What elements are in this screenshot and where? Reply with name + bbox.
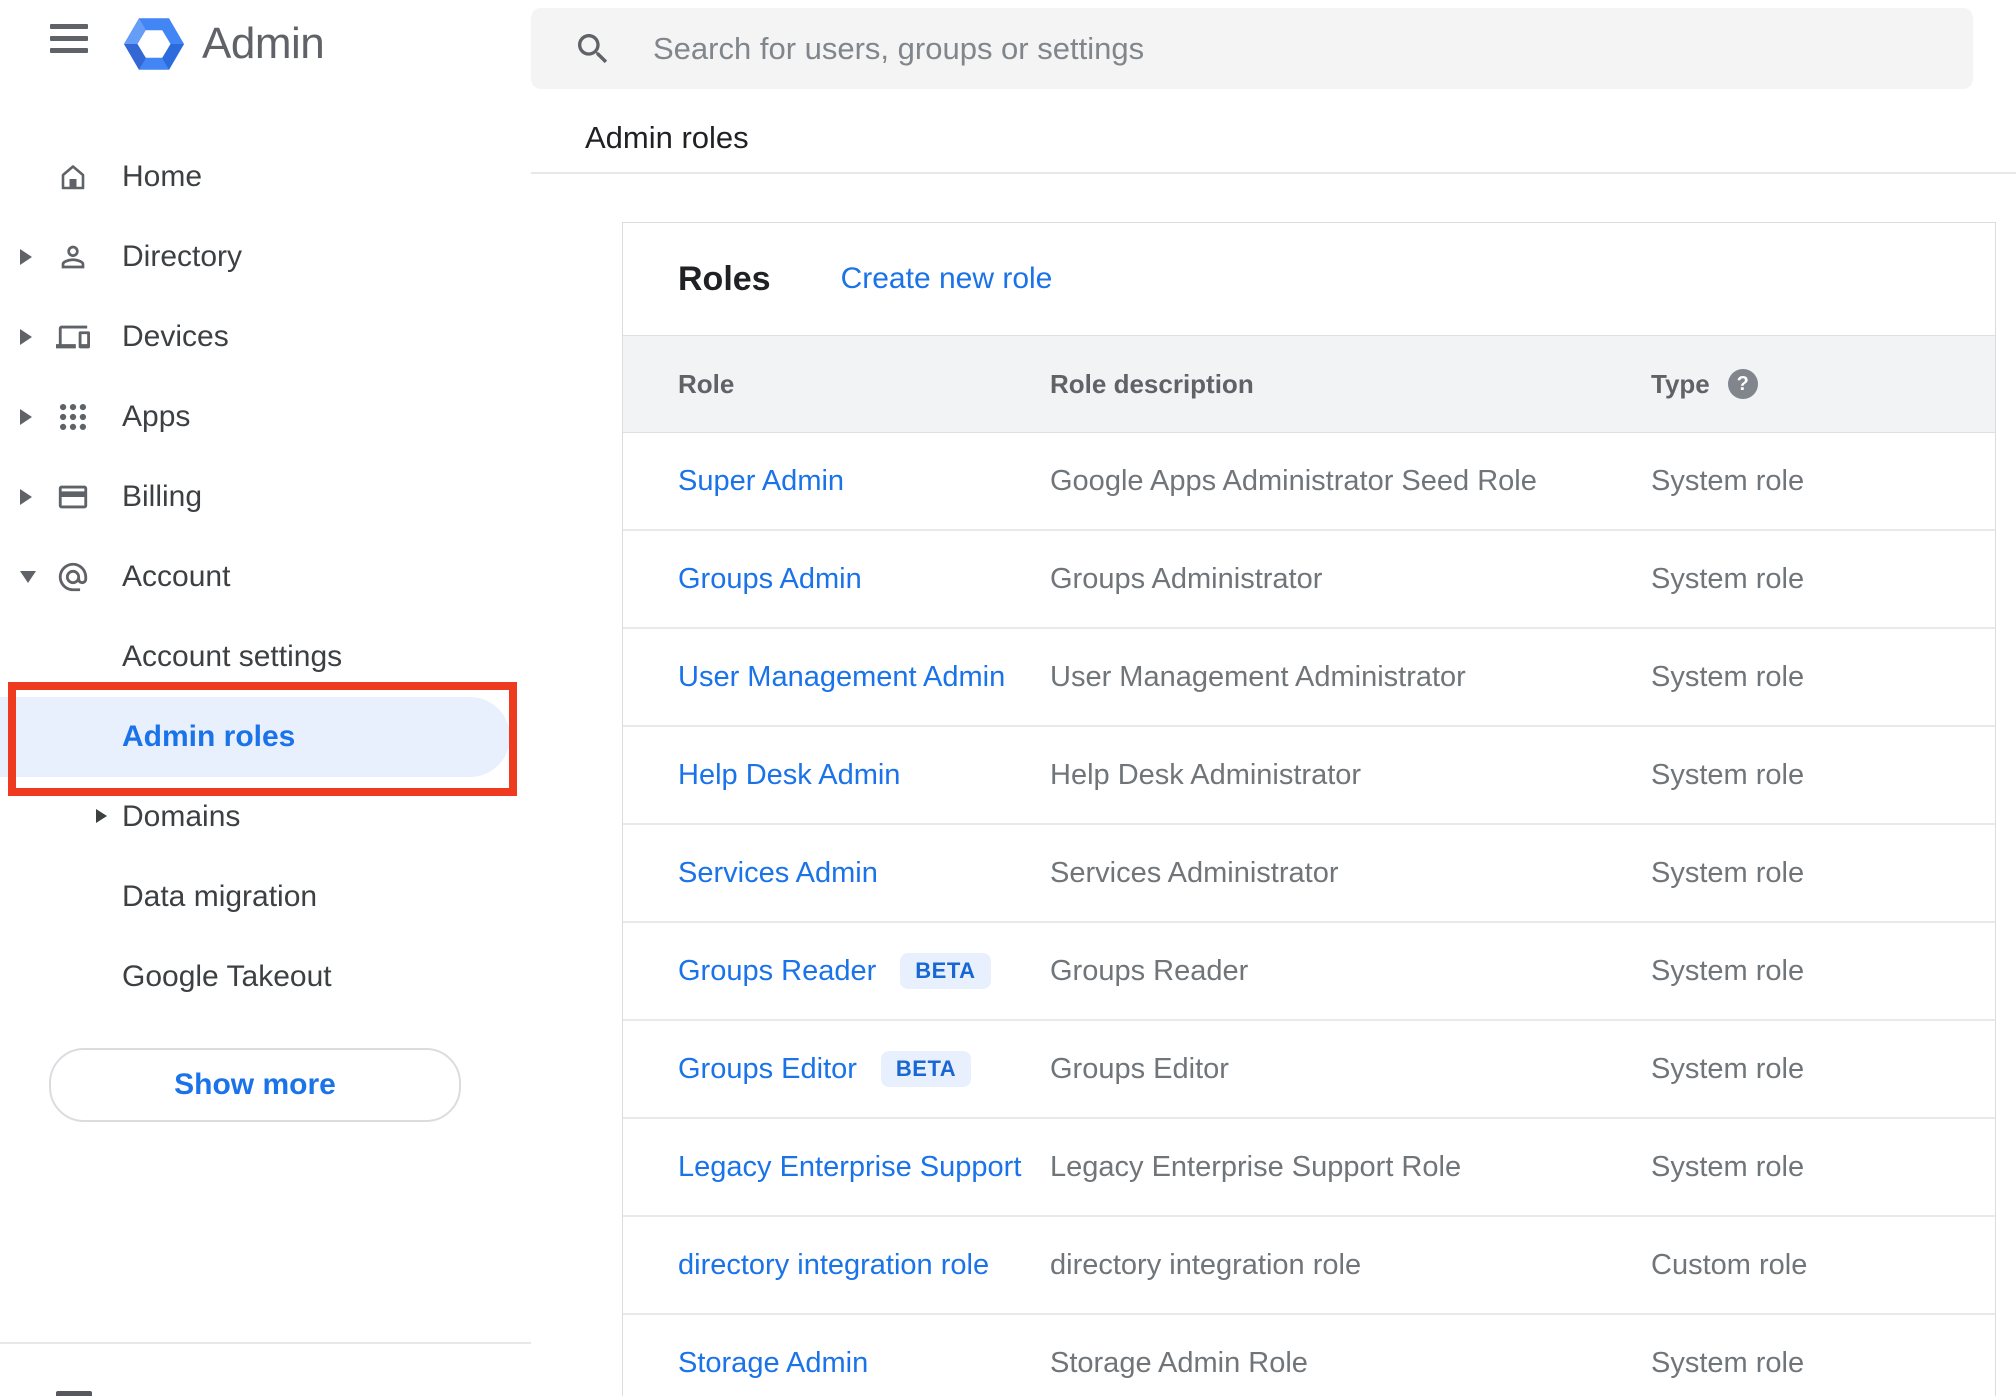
chevron-right-icon: [96, 809, 107, 823]
role-type: System role: [1651, 464, 1805, 497]
admin-hexagon-logo-icon: [124, 18, 184, 70]
role-description: Services Administrator: [1050, 856, 1339, 889]
role-link[interactable]: Storage Admin: [678, 1347, 868, 1380]
table-row: Super Admin Google Apps Administrator Se…: [623, 433, 1995, 531]
role-description: Storage Admin Role: [1050, 1346, 1308, 1379]
sidebar-divider: [0, 1342, 531, 1344]
roles-panel: Roles Create new role Role Role descript…: [622, 222, 1996, 1396]
home-icon: [56, 160, 90, 194]
show-more-button[interactable]: Show more: [49, 1048, 461, 1122]
role-type: System role: [1651, 954, 1805, 987]
chevron-right-icon: [20, 489, 56, 505]
person-icon: [56, 240, 90, 274]
panel-title: Roles: [678, 259, 771, 298]
chevron-right-icon: [20, 249, 56, 265]
billing-icon: [56, 480, 90, 514]
admin-console: Admin Home Directory Devices Apps Billin…: [0, 0, 2016, 1396]
role-type: System role: [1651, 1346, 1805, 1379]
header-divider: [531, 172, 2016, 174]
roles-panel-header: Roles Create new role: [623, 223, 1995, 335]
chevron-right-icon: [20, 329, 56, 345]
admin-logo: Admin: [124, 14, 325, 74]
at-icon: [56, 560, 90, 594]
role-link[interactable]: directory integration role: [678, 1249, 989, 1282]
role-link[interactable]: User Management Admin: [678, 661, 1005, 694]
search-input[interactable]: [651, 29, 1855, 68]
role-description: Help Desk Administrator: [1050, 758, 1362, 791]
sidebar-item-home[interactable]: Home: [0, 137, 531, 217]
sidebar-item-google-takeout[interactable]: Google Takeout: [0, 937, 531, 1017]
show-more-label: Show more: [174, 1068, 336, 1101]
role-type: System role: [1651, 758, 1805, 791]
table-row: Groups Admin Groups Administrator System…: [623, 531, 1995, 629]
table-header-row: Role Role description Type ?: [623, 335, 1995, 433]
role-description: Legacy Enterprise Support Role: [1050, 1150, 1462, 1183]
role-description: Google Apps Administrator Seed Role: [1050, 464, 1537, 497]
sidebar-item-directory[interactable]: Directory: [0, 217, 531, 297]
breadcrumb: Admin roles: [585, 120, 749, 155]
role-description: directory integration role: [1050, 1248, 1362, 1281]
menu-icon[interactable]: [50, 24, 88, 58]
role-description: Groups Reader: [1050, 954, 1249, 987]
search-icon: [578, 33, 608, 63]
table-row: Services Admin Services Administrator Sy…: [623, 825, 1995, 923]
table-row: directory integration role directory int…: [623, 1217, 1995, 1315]
sidebar-item-billing[interactable]: Billing: [0, 457, 531, 537]
sidebar-nav: Home Directory Devices Apps Billing Acco…: [0, 137, 531, 1017]
role-link[interactable]: Super Admin: [678, 465, 844, 498]
chevron-right-icon: [20, 409, 56, 425]
table-row: User Management Admin User Management Ad…: [623, 629, 1995, 727]
role-link[interactable]: Groups Reader: [678, 955, 876, 988]
app-title: Admin: [202, 19, 325, 68]
table-body: Super Admin Google Apps Administrator Se…: [623, 433, 1995, 1396]
apps-icon: [56, 400, 90, 434]
column-header-description: Role description: [1050, 368, 1254, 399]
sidebar-item-devices[interactable]: Devices: [0, 297, 531, 377]
role-description: Groups Editor: [1050, 1052, 1229, 1085]
sidebar: Admin Home Directory Devices Apps Billin…: [0, 0, 531, 1396]
role-type: System role: [1651, 1052, 1805, 1085]
beta-badge: BETA: [880, 1051, 972, 1087]
column-header-type: Type ?: [1651, 369, 1995, 400]
sidebar-item-apps[interactable]: Apps: [0, 377, 531, 457]
role-type: System role: [1651, 856, 1805, 889]
sidebar-item-admin-roles[interactable]: Admin roles: [0, 697, 510, 777]
role-link[interactable]: Groups Editor: [678, 1053, 857, 1086]
search-bar[interactable]: [531, 8, 1973, 89]
role-type: System role: [1651, 1150, 1805, 1183]
sidebar-item-account[interactable]: Account: [0, 537, 531, 617]
sidebar-header: Admin: [0, 0, 531, 100]
devices-icon: [56, 320, 90, 354]
table-row: Legacy Enterprise Support Legacy Enterpr…: [623, 1119, 1995, 1217]
sidebar-item-data-migration[interactable]: Data migration: [0, 857, 531, 937]
sidebar-item-domains[interactable]: Domains: [0, 777, 531, 857]
role-description: Groups Administrator: [1050, 562, 1323, 595]
role-link[interactable]: Services Admin: [678, 857, 878, 890]
role-type: System role: [1651, 660, 1805, 693]
role-link[interactable]: Groups Admin: [678, 563, 862, 596]
chevron-down-icon: [20, 571, 56, 583]
beta-badge: BETA: [900, 953, 991, 989]
partial-clipped-icon: [56, 1391, 92, 1396]
table-row: Help Desk Admin Help Desk Administrator …: [623, 727, 1995, 825]
column-header-role: Role: [678, 368, 735, 399]
role-type: System role: [1651, 562, 1805, 595]
role-link[interactable]: Help Desk Admin: [678, 759, 900, 792]
table-row: Groups Editor BETA Groups Editor System …: [623, 1021, 1995, 1119]
table-row: Storage Admin Storage Admin Role System …: [623, 1315, 1995, 1396]
table-row: Groups Reader BETA Groups Reader System …: [623, 923, 1995, 1021]
role-link[interactable]: Legacy Enterprise Support: [678, 1151, 1021, 1184]
create-new-role-link[interactable]: Create new role: [841, 262, 1053, 296]
role-description: User Management Administrator: [1050, 660, 1466, 693]
role-type: Custom role: [1651, 1248, 1808, 1281]
help-icon[interactable]: ?: [1727, 369, 1758, 399]
sidebar-item-account-settings[interactable]: Account settings: [0, 617, 531, 697]
